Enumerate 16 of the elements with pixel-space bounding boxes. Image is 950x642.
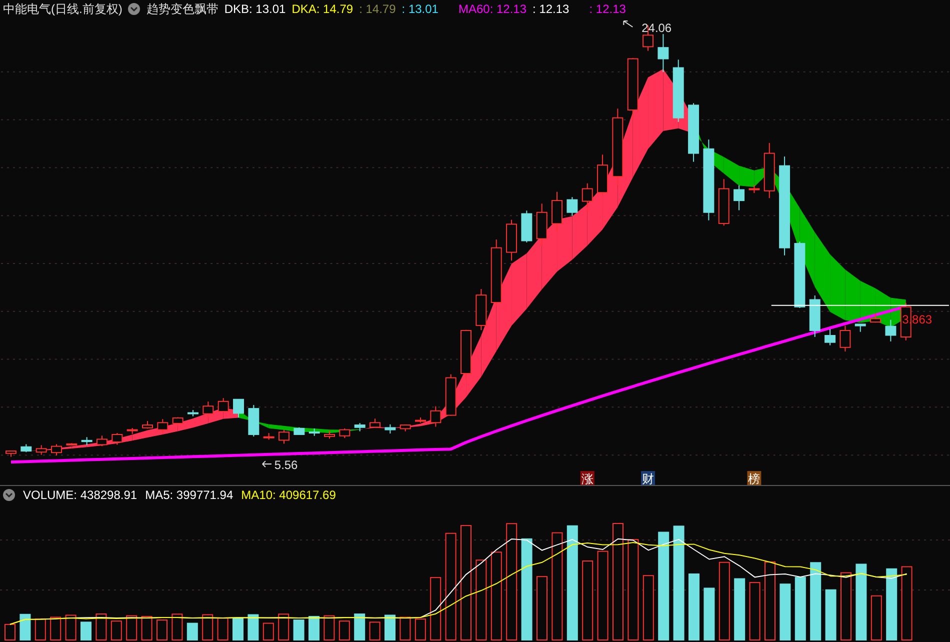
legend-value: : 13.01 — [402, 0, 438, 18]
event-badge[interactable]: 财 — [641, 471, 656, 486]
stock-title: 中能电气(日线.前复权) — [3, 0, 122, 18]
legend-value: : 12.13 — [589, 0, 626, 18]
legend-value: MA10: 409617.69 — [241, 487, 336, 504]
event-badge[interactable]: 涨 — [580, 471, 594, 486]
legend-value: DKA: 14.79 — [292, 0, 354, 18]
legend-value: VOLUME: 438298.91 — [23, 487, 138, 504]
low-price-label: 5.56 — [274, 458, 298, 472]
event-badge[interactable]: 榜 — [747, 471, 762, 486]
legend-value: MA60: 12.13 — [458, 0, 527, 18]
legend-value: DKB: 13.01 — [224, 0, 286, 18]
legend-value: : 14.79 — [359, 0, 396, 18]
legend-value: MA5: 399771.94 — [145, 487, 234, 504]
legend-value: : 12.13 — [532, 0, 570, 18]
indicator-name: 趋势变色飘带 — [146, 0, 218, 18]
